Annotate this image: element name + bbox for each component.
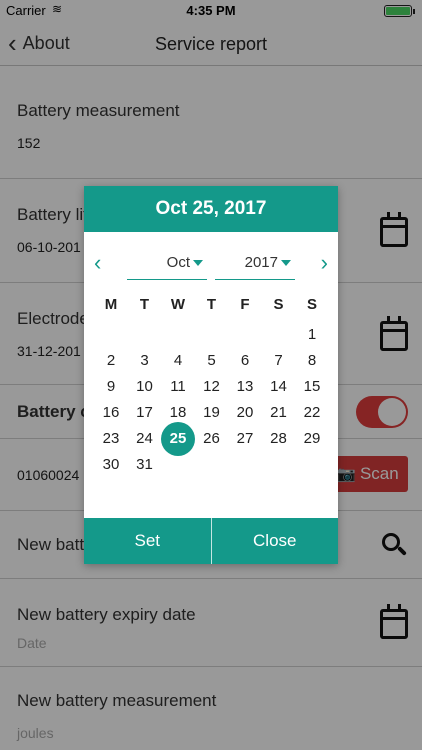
calendar-day[interactable]: 14 (262, 374, 296, 400)
prev-month-button[interactable]: ‹ (94, 250, 101, 276)
calendar-day[interactable]: 29 (295, 426, 329, 452)
calendar-day[interactable]: 27 (228, 426, 262, 452)
weekday-label: S (273, 296, 284, 313)
calendar-day[interactable]: 21 (262, 400, 296, 426)
calendar-day[interactable]: 22 (295, 400, 329, 426)
calendar-day[interactable]: 11 (161, 374, 195, 400)
calendar-day[interactable]: 3 (128, 348, 162, 374)
selected-date-header: Oct 25, 2017 (84, 186, 338, 232)
month-value: Oct (166, 254, 190, 271)
caret-down-icon (193, 260, 203, 267)
calendar-day[interactable]: 26 (195, 426, 229, 452)
calendar-day[interactable]: 5 (195, 348, 229, 374)
close-button[interactable]: Close (210, 518, 338, 564)
calendar-day[interactable]: 9 (94, 374, 128, 400)
month-year-selector: ‹ Oct 2017 › (84, 246, 338, 280)
weekday-label: W (170, 296, 186, 313)
calendar-day[interactable]: 23 (94, 426, 128, 452)
calendar-day[interactable]: 17 (128, 400, 162, 426)
year-dropdown[interactable]: 2017 (215, 254, 295, 280)
weekday-label: T (139, 296, 150, 313)
calendar-day[interactable]: 30 (94, 452, 128, 478)
calendar-day[interactable]: 28 (262, 426, 296, 452)
calendar-day[interactable]: 19 (195, 400, 229, 426)
calendar-day[interactable]: 24 (128, 426, 162, 452)
calendar-day[interactable]: 4 (161, 348, 195, 374)
calendar-day[interactable]: 7 (262, 348, 296, 374)
weekday-label: M (104, 296, 118, 313)
year-value: 2017 (244, 254, 278, 271)
set-button[interactable]: Set (84, 518, 211, 564)
calendar-day[interactable]: 20 (228, 400, 262, 426)
weekday-label: T (206, 296, 217, 313)
calendar-day[interactable]: 12 (195, 374, 229, 400)
calendar-day[interactable]: 15 (295, 374, 329, 400)
calendar-day[interactable]: 1 (295, 322, 329, 348)
caret-down-icon (281, 260, 291, 267)
calendar-day[interactable]: 10 (128, 374, 162, 400)
calendar-day[interactable]: 6 (228, 348, 262, 374)
calendar-day[interactable]: 31 (128, 452, 162, 478)
calendar-day[interactable]: 8 (295, 348, 329, 374)
dialog-footer: Set Close (84, 518, 338, 564)
month-dropdown[interactable]: Oct (127, 254, 207, 280)
weekday-label: S (306, 296, 317, 313)
next-month-button[interactable]: › (321, 250, 328, 276)
calendar-day[interactable]: 16 (94, 400, 128, 426)
calendar-day[interactable]: 2 (94, 348, 128, 374)
calendar-day[interactable]: 13 (228, 374, 262, 400)
selected-day[interactable]: 25 (161, 422, 195, 456)
date-picker-dialog: Oct 25, 2017 ‹ Oct 2017 › MTWTFSS1234567… (84, 186, 338, 564)
weekday-label: F (240, 296, 250, 313)
